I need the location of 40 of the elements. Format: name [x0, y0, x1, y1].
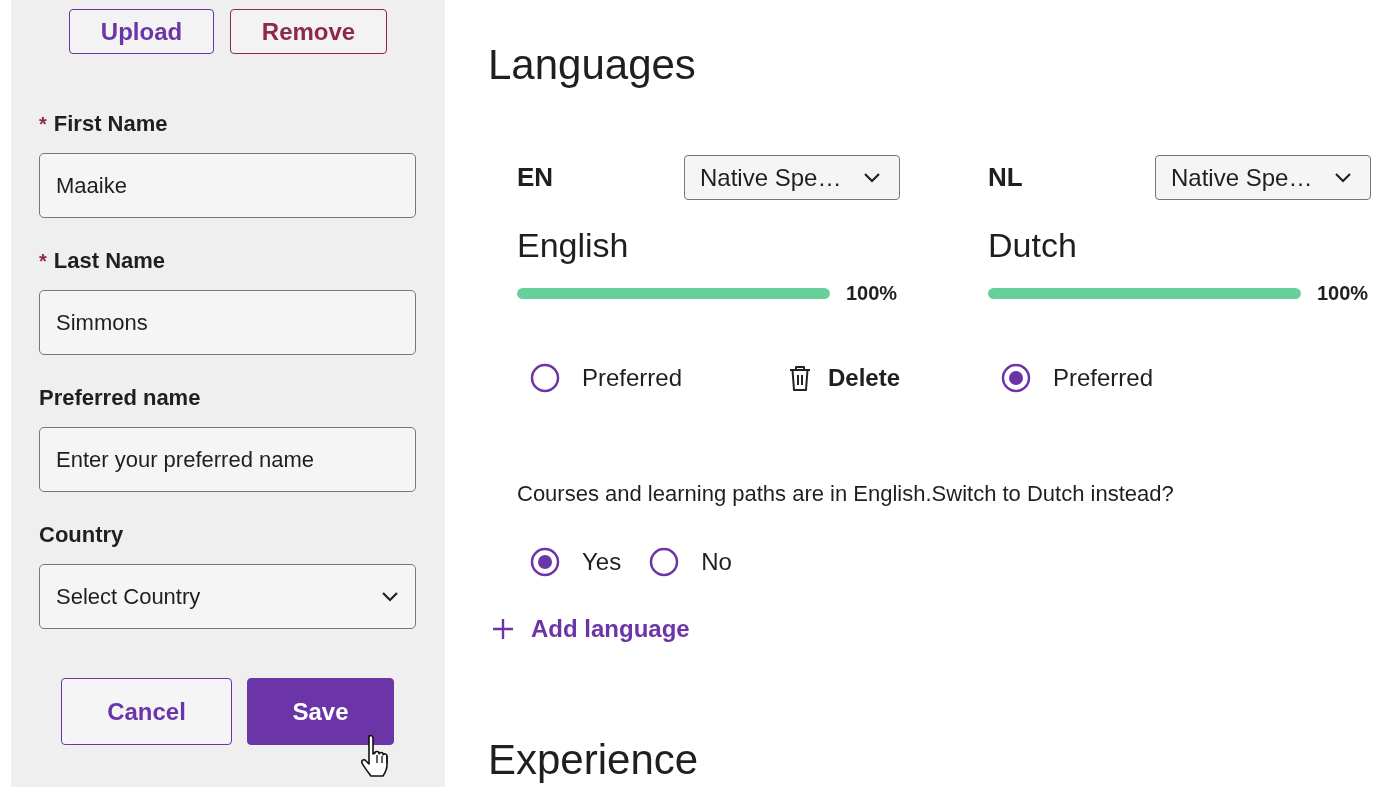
plus-icon — [492, 618, 514, 640]
proficiency-percent: 100% — [1317, 282, 1369, 305]
language-code: NL — [988, 162, 1023, 193]
field-label: Last Name — [53, 248, 166, 274]
trash-icon — [787, 364, 812, 392]
proficiency-dropdown[interactable]: Native Spe… — [684, 155, 900, 200]
upload-button[interactable]: Upload — [69, 9, 214, 54]
section-heading: Languages — [488, 41, 697, 89]
radio-button[interactable] — [649, 547, 680, 577]
section-heading: Experience — [488, 737, 700, 783]
field-label: First Name — [53, 111, 168, 137]
required-mark: * — [39, 112, 47, 137]
text-field[interactable]: Simmons — [39, 290, 416, 355]
option-label: No — [701, 548, 732, 576]
cancel-button[interactable]: Cancel — [61, 678, 232, 745]
language-name: Dutch — [988, 225, 1078, 265]
delete-button[interactable]: Delete — [787, 364, 900, 392]
chevron-down-icon — [863, 171, 881, 184]
proficiency-dropdown[interactable]: Native Spe… — [1155, 155, 1371, 200]
language-code: EN — [517, 162, 554, 193]
chevron-down-icon — [1334, 171, 1352, 184]
switch-language-prompt: Courses and learning paths are in English.Switch to Dutch instead? — [517, 481, 1175, 507]
language-name: English — [517, 225, 630, 265]
radio-button[interactable] — [1001, 363, 1031, 393]
text-field[interactable]: Maaike — [39, 153, 416, 218]
option-label: Yes — [582, 548, 622, 576]
field-label: Country — [39, 522, 124, 548]
text-field[interactable]: Enter your preferred name — [39, 427, 416, 492]
save-button[interactable]: Save — [247, 678, 394, 745]
remove-button[interactable]: Remove — [230, 9, 387, 54]
add-language-button[interactable]: Add language — [492, 615, 690, 643]
country-dropdown[interactable]: Select Country — [39, 564, 416, 629]
required-mark: * — [39, 249, 47, 274]
radio-button[interactable] — [530, 363, 560, 393]
preferred-label: Preferred — [1053, 364, 1154, 392]
preferred-label: Preferred — [582, 364, 683, 392]
field-label: Preferred name — [39, 385, 201, 411]
radio-button[interactable] — [530, 547, 560, 577]
proficiency-percent: 100% — [846, 282, 898, 305]
chevron-down-icon — [381, 590, 399, 603]
